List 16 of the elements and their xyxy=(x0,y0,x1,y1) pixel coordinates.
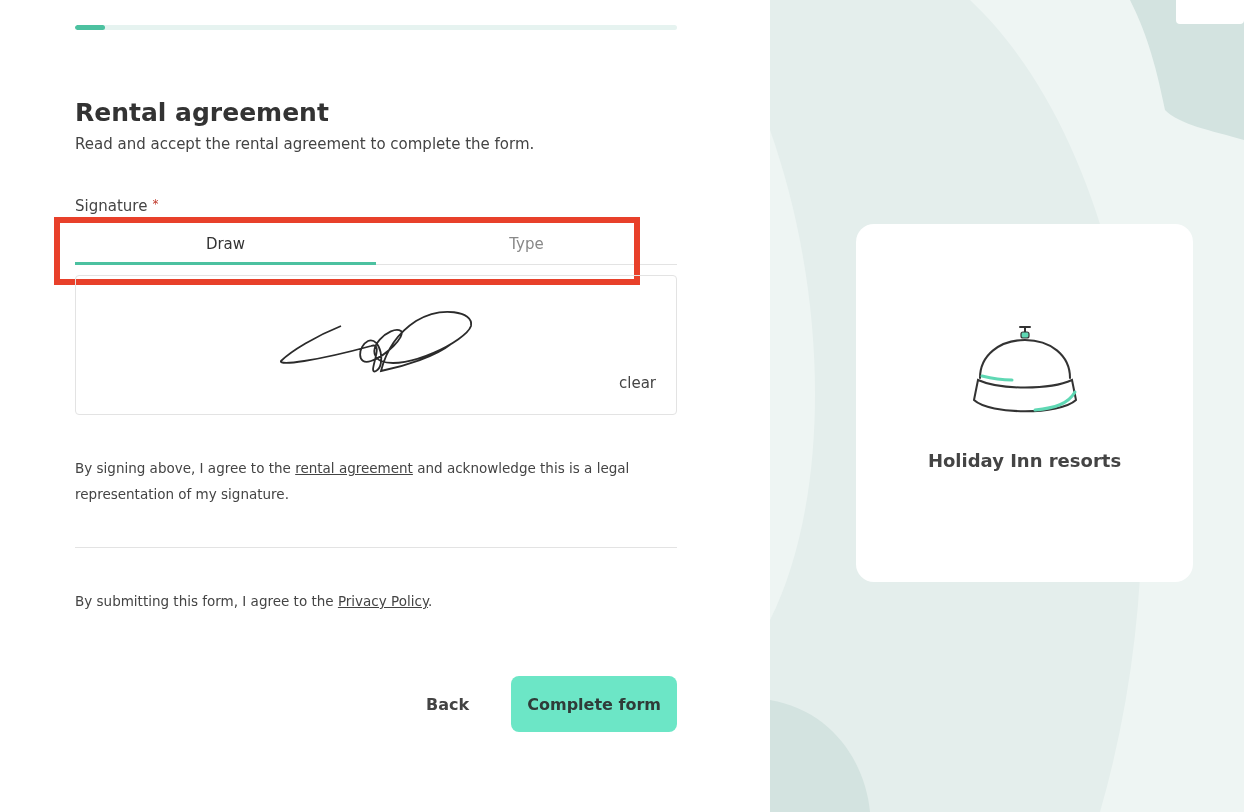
back-button[interactable]: Back xyxy=(420,693,476,715)
rental-agreement-link[interactable]: rental agreement xyxy=(295,460,413,476)
language-selector[interactable] xyxy=(1176,0,1244,24)
required-mark: * xyxy=(152,197,159,213)
page-heading: Rental agreement xyxy=(75,98,330,127)
consent-text: By signing above, I agree to the rental agreement and acknowledge this is a legal representation of my signature. xyxy=(75,459,631,504)
brand-name: Holiday Inn resorts xyxy=(927,450,1122,471)
privacy-policy-link[interactable]: Privacy Policy xyxy=(337,593,428,609)
page-subtitle: Read and accept the rental agreement to complete the form. xyxy=(75,135,536,153)
signature-label: Signature xyxy=(75,197,148,215)
signature-tab[interactable]: Draw xyxy=(75,225,376,265)
complete-form-button[interactable]: Complete form xyxy=(511,676,677,732)
signature-tab[interactable]: Type xyxy=(376,225,677,265)
clear-button[interactable]: clear xyxy=(619,374,656,392)
signature-pad[interactable]: clear xyxy=(75,275,677,415)
privacy-text: By submitting this form, I agree to the Privacy Policy. xyxy=(75,592,434,611)
